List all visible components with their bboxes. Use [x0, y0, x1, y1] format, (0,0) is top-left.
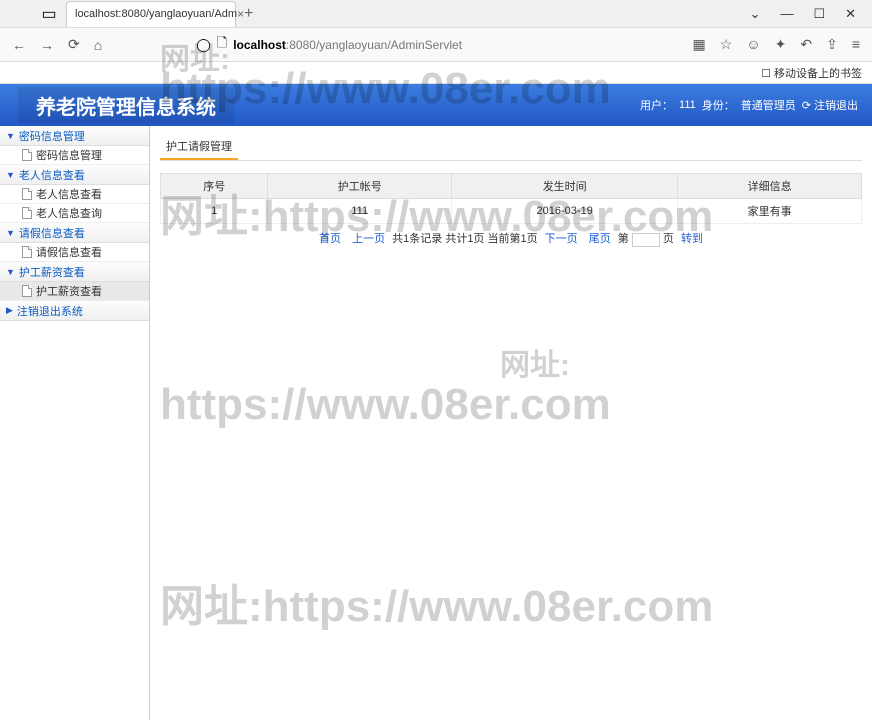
pager-first[interactable]: 首页	[319, 233, 341, 245]
doc-icon	[22, 246, 32, 258]
doc-icon	[22, 285, 32, 297]
url-text: localhost:8080/yanglaoyuan/AdminServlet	[233, 38, 462, 52]
chevron-down-icon: ▼	[6, 267, 15, 277]
table-row[interactable]: 1 111 2016-03-19 家里有事	[161, 199, 862, 224]
chevron-down-icon: ▼	[6, 131, 15, 141]
doc-icon	[22, 207, 32, 219]
app-header: 养老院管理信息系统 用户：111 身份：普通管理员 ⟳ 注销退出	[0, 84, 872, 126]
sidebar-group-leave[interactable]: ▼请假信息查看	[0, 223, 149, 243]
maximize-icon[interactable]: ☐	[813, 6, 825, 22]
account-icon[interactable]: ☺	[746, 36, 760, 53]
chevron-down-icon[interactable]: ⌄	[750, 6, 761, 22]
shield-icon[interactable]: ◯	[196, 37, 211, 53]
main-panel: 护工请假管理 序号 护工帐号 发生时间 详细信息 1 111 2016-03-1…	[150, 126, 872, 720]
pager-page-input[interactable]	[632, 233, 660, 247]
url-area[interactable]: ◯ 🗋 localhost:8080/yanglaoyuan/AdminServ…	[196, 34, 678, 56]
browser-tab[interactable]: localhost:8080/yanglaoyuan/Adm ×	[66, 1, 236, 27]
home-icon[interactable]: ⌂	[94, 37, 102, 53]
pager-next[interactable]: 下一页	[545, 233, 578, 245]
browser-url-bar: ← → ⟳ ⌂ ◯ 🗋 localhost:8080/yanglaoyuan/A…	[0, 28, 872, 62]
bookmark-bar: ☐ 移动设备上的书签	[0, 62, 872, 84]
sidebar-item-password-mgmt[interactable]: 密码信息管理	[0, 146, 149, 165]
chevron-down-icon: ▼	[6, 228, 15, 238]
col-acct: 护工帐号	[268, 174, 452, 199]
col-detail: 详细信息	[678, 174, 862, 199]
pager-goto[interactable]: 转到	[681, 233, 703, 245]
mobile-bookmarks-link[interactable]: ☐ 移动设备上的书签	[761, 65, 862, 81]
sidebar-group-password[interactable]: ▼密码信息管理	[0, 126, 149, 146]
tab-title: localhost:8080/yanglaoyuan/Adm	[75, 8, 237, 20]
chevron-right-icon: ▶	[6, 305, 13, 316]
pager-prev[interactable]: 上一页	[352, 233, 385, 245]
doc-icon	[22, 188, 32, 200]
back-icon[interactable]: ←	[12, 37, 26, 53]
panel-title: 护工请假管理	[160, 134, 238, 160]
pager-last[interactable]: 尾页	[589, 233, 611, 245]
pager-info: 共1条记录 共计1页 当前第1页	[392, 233, 537, 245]
forward-icon[interactable]: →	[40, 37, 54, 53]
minimize-icon[interactable]: —	[780, 6, 793, 22]
qr-icon[interactable]: ▦	[693, 36, 706, 53]
app-title: 养老院管理信息系统	[18, 87, 234, 123]
sidebar-item-elder-query[interactable]: 老人信息查询	[0, 204, 149, 223]
user-info: 用户：111 身份：普通管理员 ⟳ 注销退出	[640, 97, 872, 113]
window-tab-icon: ▭	[40, 5, 58, 23]
reload-icon[interactable]: ⟳	[68, 36, 80, 53]
share-icon[interactable]: ⇪	[826, 36, 838, 53]
window-controls: ⌄ — ☐ ✕	[750, 6, 872, 22]
extensions-icon[interactable]: ✦	[775, 36, 787, 53]
col-date: 发生时间	[452, 174, 678, 199]
chevron-down-icon: ▼	[6, 170, 15, 180]
close-icon[interactable]: ✕	[845, 6, 856, 22]
sidebar: ▼密码信息管理 密码信息管理 ▼老人信息查看 老人信息查看 老人信息查询 ▼请假…	[0, 126, 150, 720]
tab-add-icon[interactable]: +	[244, 5, 253, 23]
sidebar-item-salary-view[interactable]: 护工薪资查看	[0, 282, 149, 301]
sidebar-item-elder-view[interactable]: 老人信息查看	[0, 185, 149, 204]
menu-icon[interactable]: ≡	[852, 36, 860, 53]
data-table: 序号 护工帐号 发生时间 详细信息 1 111 2016-03-19 家里有事	[160, 173, 862, 224]
undo-icon[interactable]: ↶	[800, 36, 812, 53]
star-icon[interactable]: ☆	[720, 36, 733, 53]
pager: 首页 上一页 共1条记录 共计1页 当前第1页 下一页 尾页 第 页 转到	[160, 230, 862, 247]
sidebar-group-salary[interactable]: ▼护工薪资查看	[0, 262, 149, 282]
browser-tab-bar: ▭ localhost:8080/yanglaoyuan/Adm × + ⌄ —…	[0, 0, 872, 28]
logout-link[interactable]: ⟳ 注销退出	[802, 97, 858, 113]
doc-icon	[22, 149, 32, 161]
sidebar-group-logout[interactable]: ▶注销退出系统	[0, 301, 149, 321]
col-idx: 序号	[161, 174, 268, 199]
lock-icon[interactable]: 🗋	[217, 34, 227, 56]
sidebar-group-elder[interactable]: ▼老人信息查看	[0, 165, 149, 185]
sidebar-item-leave-view[interactable]: 请假信息查看	[0, 243, 149, 262]
